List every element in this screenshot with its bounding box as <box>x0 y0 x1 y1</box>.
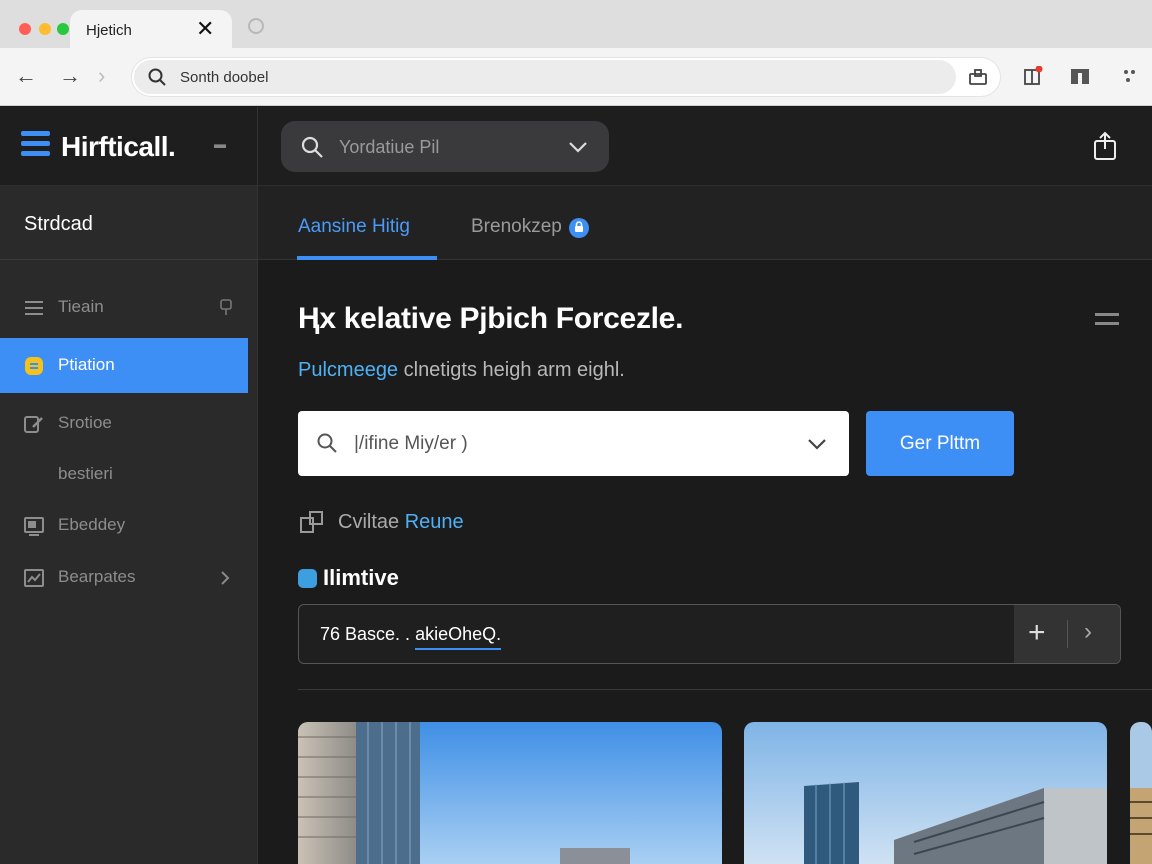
brand-chevron-icon[interactable]: ▬ <box>214 137 226 151</box>
add-icon[interactable]: + <box>1028 614 1046 652</box>
chevron-right-icon[interactable] <box>220 570 230 586</box>
sidebar-item-label: Ebeddey <box>58 515 126 534</box>
new-tab-icon[interactable] <box>248 18 264 34</box>
sidebar-item-label: Srotioe <box>58 413 112 432</box>
sidebar-item-label: Bearpates <box>58 567 136 586</box>
building-photo <box>744 722 1107 864</box>
field-actions: + › <box>1014 605 1120 663</box>
filter-dropdown[interactable]: |/ifine Miy/er ) <box>298 411 849 476</box>
browser-tab-title: Hjetich <box>86 22 132 39</box>
related-label: Cviltae <box>338 511 400 533</box>
back-arrow-icon[interactable]: ← <box>15 62 37 90</box>
sidebar-item-ptiation[interactable]: Ptiation <box>0 338 248 393</box>
copy-icon <box>300 511 323 533</box>
tab-close-icon[interactable]: ✕ <box>196 18 214 40</box>
browser-toolbar: ← → › Sonth doobel <box>0 48 1152 106</box>
brand-logo: Hirfticall. <box>61 131 176 162</box>
field-link[interactable]: akieOheQ. <box>415 624 502 650</box>
building-photo <box>1130 722 1152 864</box>
badge-icon <box>25 357 43 375</box>
tab-aansine-hitig[interactable]: Aansine Hitig <box>298 216 410 238</box>
active-tab-indicator <box>297 256 437 260</box>
address-text: Sonth doobel <box>180 69 269 86</box>
sidebar-item-label: bestieri <box>58 464 113 483</box>
field-prefix: 76 Basce. . <box>320 624 416 644</box>
section-icon <box>298 569 317 588</box>
close-window-button[interactable] <box>19 23 31 35</box>
sidebar-item-ebeddey[interactable]: Ebeddey <box>0 498 248 553</box>
tab-brenokzep[interactable]: Brenokzep <box>471 216 562 238</box>
search-icon <box>148 68 166 86</box>
dismiss-icon[interactable]: › <box>1084 618 1092 646</box>
search-icon <box>317 433 337 453</box>
tab-bar: Aansine Hitig Brenokzep <box>258 186 1152 260</box>
search-placeholder: Yordatiue Pil <box>339 137 440 157</box>
sidebar-section-header: Strdcad <box>0 186 258 260</box>
section-title: Ilimtive <box>323 565 399 590</box>
reload-chevron-icon[interactable]: › <box>98 62 105 90</box>
bookmark-icon[interactable] <box>1070 66 1090 86</box>
monitor-icon <box>24 517 44 536</box>
chart-icon <box>24 569 44 587</box>
edit-icon <box>24 416 43 433</box>
dropdown-value: |/ifine Miy/er ) <box>354 433 468 454</box>
forward-arrow-icon[interactable]: → <box>59 62 81 90</box>
address-bar[interactable]: Sonth doobel <box>132 58 1000 96</box>
sidebar-item-bestieri[interactable]: bestieri <box>0 447 248 502</box>
building-photo <box>298 722 722 864</box>
browser-tab[interactable]: Hjetich ✕ <box>70 10 232 50</box>
browser-tab-strip: Hjetich ✕ <box>0 0 1152 50</box>
share-icon[interactable] <box>1092 131 1118 161</box>
chevron-down-icon <box>808 439 826 450</box>
app-header: Hirfticall. ▬ Yordatiue Pil <box>0 107 1152 186</box>
minimize-window-button[interactable] <box>39 23 51 35</box>
search-icon <box>301 136 323 158</box>
page-title: Ⱨx kelative Pjbich Forcezle. <box>298 302 684 335</box>
primary-action-button[interactable]: Ger Plttm <box>866 411 1014 476</box>
notification-dot-icon <box>569 218 589 238</box>
sidebar-item-bearpates[interactable]: Bearpates <box>0 550 248 605</box>
more-options-icon[interactable] <box>1120 66 1140 86</box>
puzzle-icon[interactable] <box>1023 66 1043 86</box>
entry-field[interactable]: 76 Basce. . akieOheQ. + › <box>298 604 1121 664</box>
sidebar-item-label: Tieain <box>58 297 104 316</box>
sidebar-section-title: Strdcad <box>24 213 93 235</box>
subtitle-link[interactable]: Pulcmeege <box>298 359 398 381</box>
sidebar-item-srotioe[interactable]: Srotioe <box>0 396 248 451</box>
image-card[interactable] <box>1130 722 1152 864</box>
sidebar-item-tieain[interactable]: Tieain <box>0 280 248 335</box>
zoom-window-button[interactable] <box>57 23 69 35</box>
related-link[interactable]: Reune <box>405 511 464 533</box>
image-card[interactable] <box>298 722 722 864</box>
pin-icon[interactable] <box>218 298 234 316</box>
field-divider <box>1067 620 1068 648</box>
main-content: Aansine Hitig Brenokzep Ⱨx kelative Pjbi… <box>258 186 1152 864</box>
extension-icon[interactable] <box>968 67 988 87</box>
subtitle-text: clnetigts heigh arm eighl. <box>398 359 625 381</box>
image-card[interactable] <box>744 722 1107 864</box>
menu-icon <box>25 301 43 315</box>
brand-area: Hirfticall. ▬ <box>0 107 258 186</box>
sidebar-item-label: Ptiation <box>58 355 115 374</box>
global-search[interactable]: Yordatiue Pil <box>281 121 609 172</box>
sidebar: Strdcad Tieain Ptiation Srotioe bestieri… <box>0 186 258 864</box>
chevron-down-icon[interactable] <box>568 140 588 154</box>
page-subtitle: Pulcmeege clnetigts heigh arm eighl. <box>298 359 625 382</box>
content-divider <box>298 689 1152 690</box>
